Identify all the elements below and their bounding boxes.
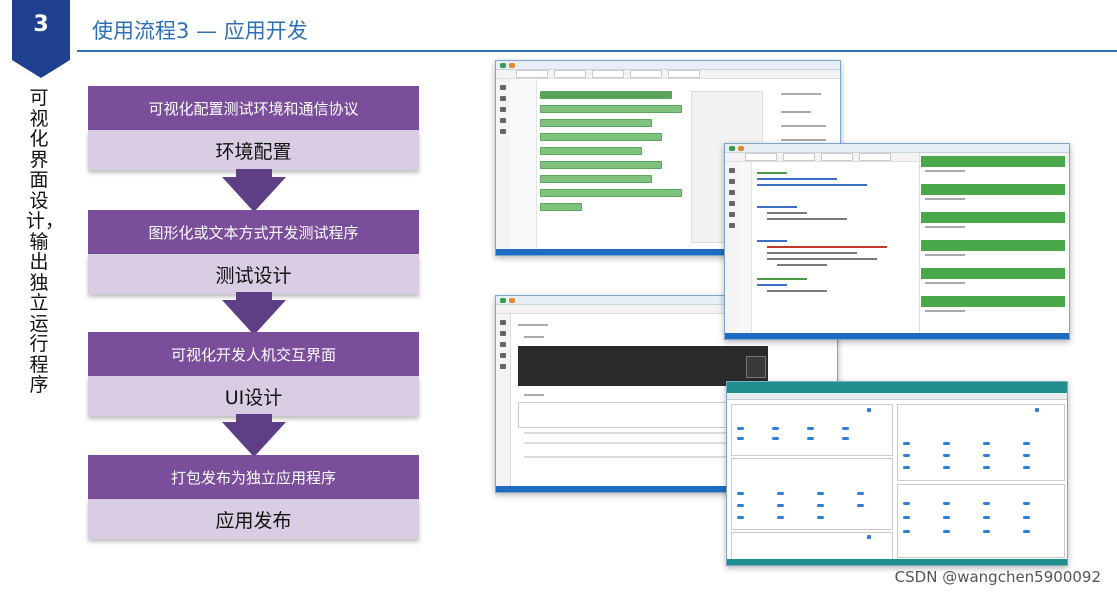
- slide-title: 使用流程3 — 应用开发: [92, 19, 308, 43]
- step-number: 3: [33, 12, 49, 37]
- down-arrow-icon: [222, 414, 286, 457]
- stage-ui-design: 可视化开发人机交互界面 UI设计: [88, 332, 419, 416]
- code-editor-screenshot: [724, 143, 1070, 340]
- stage-name: 测试设计: [88, 254, 419, 294]
- down-arrow-icon: [222, 292, 286, 335]
- stage-name: 环境配置: [88, 130, 419, 170]
- standalone-app-screenshot: [726, 381, 1068, 566]
- stage-description: 打包发布为独立应用程序: [88, 455, 419, 499]
- down-arrow-icon: [222, 169, 286, 212]
- stage-environment: 可视化配置测试环境和通信协议 环境配置: [88, 86, 419, 170]
- stage-name: UI设计: [88, 376, 419, 416]
- stage-test-design: 图形化或文本方式开发测试程序 测试设计: [88, 210, 419, 294]
- side-caption: 可视化界面设计，输出独立运行程序: [26, 87, 65, 396]
- stage-name: 应用发布: [88, 499, 419, 539]
- title-underline: [77, 50, 1117, 52]
- watermark: CSDN @wangchen5900092: [894, 568, 1101, 586]
- stage-description: 图形化或文本方式开发测试程序: [88, 210, 419, 254]
- stage-description: 可视化开发人机交互界面: [88, 332, 419, 376]
- stage-release: 打包发布为独立应用程序 应用发布: [88, 455, 419, 539]
- stage-description: 可视化配置测试环境和通信协议: [88, 86, 419, 130]
